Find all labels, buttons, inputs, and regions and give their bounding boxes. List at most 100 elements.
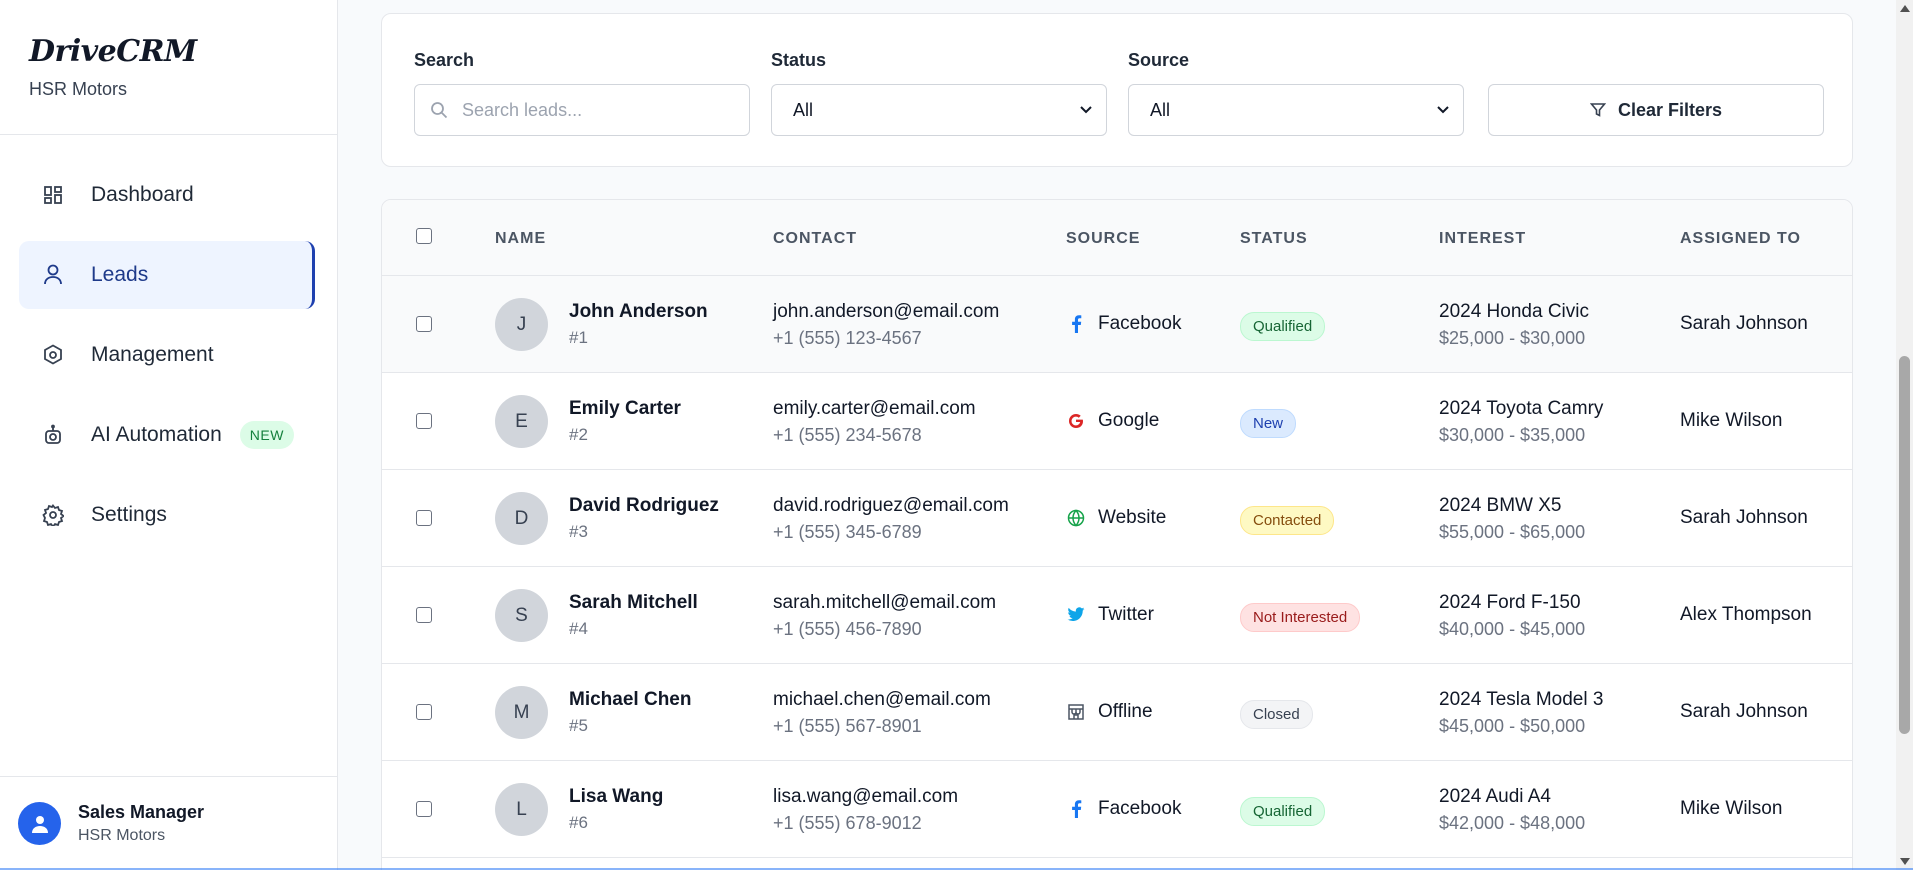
- lead-assigned-to: Mike Wilson: [1680, 798, 1783, 819]
- user-icon: [41, 263, 65, 287]
- status-select[interactable]: All: [771, 84, 1107, 136]
- table-row[interactable]: E Emily Carter #2 emily.carter@email.com +1 …: [382, 373, 1852, 470]
- clear-filters-label: Clear Filters: [1617, 99, 1723, 120]
- scroll-thumb[interactable]: [1899, 356, 1910, 734]
- lead-phone: +1 (555) 567-8901: [773, 716, 922, 736]
- lead-name[interactable]: Lisa Wang: [569, 786, 663, 808]
- brand-area: DriveCRM HSR Motors: [0, 0, 337, 135]
- lead-budget: $30,000 - $35,000: [1439, 425, 1586, 445]
- lead-name[interactable]: John Anderson: [569, 301, 708, 323]
- user-org: HSR Motors: [78, 827, 166, 844]
- hexagon-icon: [41, 343, 65, 367]
- sidebar: DriveCRM HSR Motors Dashboard Leads Mana…: [0, 0, 338, 870]
- lead-email[interactable]: michael.chen@email.com: [773, 689, 991, 711]
- lead-interest: 2024 BMW X5: [1439, 495, 1562, 516]
- lead-email[interactable]: lisa.wang@email.com: [773, 786, 958, 808]
- lead-source: Google: [1066, 410, 1159, 432]
- chevron-down-icon: [1435, 101, 1451, 122]
- table-row[interactable]: D David Rodriguez #3 david.rodriguez@email.…: [382, 470, 1852, 567]
- lead-email[interactable]: john.anderson@email.com: [773, 301, 999, 323]
- clear-filters-button[interactable]: Clear Filters: [1488, 84, 1824, 136]
- lead-name[interactable]: David Rodriguez: [569, 495, 719, 517]
- lead-avatar: E: [495, 395, 548, 448]
- lead-avatar: D: [495, 492, 548, 545]
- lead-id: #2: [569, 425, 588, 444]
- lead-budget: $55,000 - $65,000: [1439, 522, 1586, 542]
- col-header-contact[interactable]: CONTACT: [773, 230, 857, 248]
- scroll-up-arrow[interactable]: [1900, 5, 1910, 12]
- lead-id: #3: [569, 522, 588, 541]
- lead-name[interactable]: Sarah Mitchell: [569, 592, 698, 614]
- scroll-down-arrow[interactable]: [1900, 858, 1910, 865]
- row-checkbox[interactable]: [416, 801, 432, 817]
- col-header-assigned[interactable]: ASSIGNED TO: [1680, 230, 1801, 248]
- row-checkbox[interactable]: [416, 413, 432, 429]
- nav-item-ai-automation[interactable]: AI Automation NEW: [19, 401, 315, 469]
- lead-email[interactable]: david.rodriguez@email.com: [773, 495, 1009, 517]
- lead-budget: $42,000 - $48,000: [1439, 813, 1586, 833]
- lead-email[interactable]: emily.carter@email.com: [773, 398, 976, 420]
- page-scrollbar[interactable]: [1896, 0, 1913, 870]
- nav-label-settings: Settings: [91, 503, 167, 526]
- user-profile[interactable]: Sales Manager HSR Motors: [0, 776, 338, 870]
- status-badge: New: [1240, 409, 1297, 438]
- new-badge: NEW: [239, 421, 294, 449]
- lead-initial: M: [513, 701, 530, 723]
- filter-panel: Search Search leads... Status All Source…: [381, 13, 1853, 167]
- lead-id: #4: [569, 619, 588, 638]
- table-row[interactable]: J John Anderson #1 john.anderson@email.com +…: [382, 276, 1852, 373]
- lead-avatar: S: [495, 589, 548, 642]
- nav-item-management[interactable]: Management: [19, 321, 315, 389]
- table-row[interactable]: L Lisa Wang #6 lisa.wang@email.com +1 (555) …: [382, 761, 1852, 858]
- search-input[interactable]: Search leads...: [414, 84, 750, 136]
- lead-email[interactable]: sarah.mitchell@email.com: [773, 592, 996, 614]
- search-label: Search: [414, 50, 475, 70]
- lead-source: Twitter: [1066, 604, 1154, 626]
- table-header: NAME CONTACT SOURCE STATUS INTEREST ASSI…: [382, 200, 1852, 276]
- nav-item-settings[interactable]: Settings: [19, 481, 315, 549]
- leads-table: NAME CONTACT SOURCE STATUS INTEREST ASSI…: [381, 199, 1853, 870]
- col-header-interest[interactable]: INTEREST: [1439, 230, 1526, 248]
- lead-assigned-to: Mike Wilson: [1680, 410, 1783, 431]
- search-icon: [430, 101, 448, 119]
- lead-name[interactable]: Emily Carter: [569, 398, 681, 420]
- nav-item-dashboard[interactable]: Dashboard: [19, 161, 315, 229]
- facebook-icon: [1066, 799, 1086, 819]
- google-icon: [1066, 411, 1086, 431]
- table-row[interactable]: M Michael Chen #5 michael.chen@email.com +1 …: [382, 664, 1852, 761]
- user-name: Sales Manager: [78, 802, 205, 822]
- lead-budget: $40,000 - $45,000: [1439, 619, 1586, 639]
- row-checkbox[interactable]: [416, 607, 432, 623]
- source-select[interactable]: All: [1128, 84, 1464, 136]
- gear-icon: [41, 503, 65, 527]
- user-avatar-icon: [31, 815, 48, 833]
- app-logo[interactable]: DriveCRM: [29, 34, 337, 69]
- status-badge: Not Interested: [1240, 603, 1361, 632]
- row-checkbox[interactable]: [416, 704, 432, 720]
- dashboard-icon: [41, 183, 65, 207]
- row-checkbox[interactable]: [416, 316, 432, 332]
- lead-initial: S: [515, 604, 528, 626]
- row-checkbox[interactable]: [416, 510, 432, 526]
- lead-id: #6: [569, 813, 588, 832]
- lead-source: Website: [1066, 507, 1166, 529]
- lead-avatar: L: [495, 783, 548, 836]
- company-name: HSR Motors: [29, 79, 128, 99]
- lead-initial: E: [515, 410, 528, 432]
- nav-label-ai-automation: AI Automation: [91, 423, 222, 446]
- nav-item-leads[interactable]: Leads: [19, 241, 315, 309]
- col-header-name[interactable]: NAME: [495, 230, 546, 248]
- lead-name[interactable]: Michael Chen: [569, 689, 691, 711]
- status-group: Status All: [771, 50, 1107, 136]
- store-icon: [1066, 702, 1086, 722]
- col-header-source[interactable]: SOURCE: [1066, 230, 1140, 248]
- select-all-checkbox[interactable]: [416, 228, 432, 244]
- nav-label-management: Management: [91, 343, 214, 366]
- lead-assigned-to: Alex Thompson: [1680, 604, 1812, 625]
- lead-avatar: M: [495, 686, 548, 739]
- table-row[interactable]: S Sarah Mitchell #4 sarah.mitchell@email.co…: [382, 567, 1852, 664]
- col-header-status[interactable]: STATUS: [1240, 230, 1308, 248]
- lead-assigned-to: Sarah Johnson: [1680, 313, 1808, 334]
- lead-initial: L: [516, 798, 527, 820]
- search-group: Search Search leads...: [414, 50, 750, 136]
